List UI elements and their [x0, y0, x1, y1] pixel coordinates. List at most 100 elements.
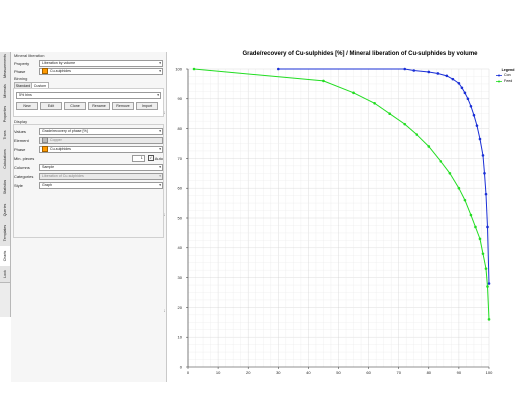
data-point-feed	[448, 172, 452, 175]
bins-select[interactable]: 5% bins ▾	[16, 91, 161, 99]
data-point-con	[412, 69, 416, 72]
y-tick-label: 40	[178, 245, 183, 250]
phase-label: Phase	[14, 68, 26, 74]
tab-measurements[interactable]: Measurements	[0, 52, 10, 81]
x-tick-label: 70	[396, 370, 401, 375]
tab-label: Calculations	[3, 149, 7, 169]
data-point-feed	[486, 285, 489, 288]
legend-marker	[496, 80, 502, 83]
tab-queries[interactable]: Queries	[0, 200, 10, 221]
data-point-con	[277, 67, 280, 71]
data-point-con	[463, 91, 467, 95]
data-point-con	[403, 67, 407, 71]
chevron-down-icon: ▾	[159, 146, 161, 151]
auto-checkbox[interactable]: ✓	[147, 155, 154, 161]
chart-legend: Legend Con Feed	[496, 68, 520, 84]
element-value: Copper	[50, 138, 62, 142]
data-point-feed	[415, 133, 419, 136]
data-point-feed	[403, 122, 407, 126]
splitter-handle[interactable]: ⁞	[164, 212, 165, 217]
data-point-feed	[478, 237, 482, 241]
remove-button[interactable]: Remove	[112, 102, 134, 110]
binning-label: Binning	[14, 76, 28, 81]
property-row: Property Liberation by volume ▾	[14, 59, 163, 67]
y-tick-label: 0	[180, 364, 183, 369]
style-select[interactable]: Graph ▾	[39, 181, 163, 189]
legend-label: Con	[504, 73, 511, 77]
tab-label: Minerals	[3, 84, 7, 98]
legend-item-feed: Feed	[496, 78, 520, 84]
data-point-con	[466, 97, 470, 101]
tab-lock[interactable]: Lock	[0, 266, 10, 283]
property-select[interactable]: Liberation by volume ▾	[39, 59, 163, 67]
x-tick-label: 80	[427, 370, 432, 375]
edit-button[interactable]: Edit	[40, 102, 62, 110]
y-tick-label: 80	[178, 126, 183, 131]
chevron-down-icon: ▾	[157, 92, 159, 97]
legend-marker	[496, 74, 502, 77]
display-phase-select[interactable]: Cu-sulphides ▾	[39, 145, 163, 153]
phase-color-icon	[42, 68, 48, 74]
min-pieces-spinner[interactable]: 1	[131, 154, 145, 162]
chart-title: Grade/recovery of Cu-sulphides [%] / Min…	[242, 51, 478, 57]
tab-trans[interactable]: Trans	[0, 126, 10, 145]
x-tick-label: 0	[187, 370, 190, 375]
min-pieces-label: Min. pieces	[14, 155, 35, 161]
x-tick-label: 20	[246, 370, 251, 375]
bins-value: 5% bins	[19, 93, 32, 97]
values-select[interactable]: Grade/recovery of phase [%] ▾	[39, 127, 163, 135]
x-tick-label: 90	[457, 370, 462, 375]
data-point-con	[469, 104, 473, 108]
tab-statistics[interactable]: Statistics	[0, 174, 10, 201]
phase-select[interactable]: Cu-sulphides ▾	[39, 67, 163, 75]
values-label: Values	[14, 128, 26, 134]
chevron-down-icon: ▾	[159, 164, 161, 169]
categories-row: Categories Liberation of Cu-sulphides ▾	[14, 172, 163, 180]
splitter-handle[interactable]: ⁞	[164, 308, 165, 313]
tab-properties[interactable]: Properties	[0, 102, 10, 127]
data-point-feed	[457, 186, 461, 190]
y-tick-label: 70	[178, 156, 183, 161]
data-point-con	[481, 154, 485, 157]
data-point-con	[483, 172, 486, 175]
data-point-con	[427, 70, 431, 74]
categories-label: Categories	[14, 173, 34, 179]
columns-row: Columns Sample ▾	[14, 163, 163, 171]
columns-select[interactable]: Sample ▾	[39, 163, 163, 171]
clone-button[interactable]: Clone	[64, 102, 86, 110]
tab-templates[interactable]: Templates	[0, 220, 10, 247]
data-point-con	[451, 77, 455, 81]
data-point-feed	[427, 145, 431, 148]
section-title: Mineral liberation	[14, 53, 45, 58]
tab-minerals[interactable]: Minerals	[0, 80, 10, 103]
style-value: Graph	[42, 183, 52, 187]
side-tab-bar: Measurements Minerals Properties Trans C…	[0, 52, 11, 317]
tab-charts[interactable]: Charts	[0, 246, 10, 267]
y-tick-label: 10	[178, 335, 183, 340]
categories-select: Liberation of Cu-sulphides ▾	[39, 172, 163, 180]
data-point-con	[487, 282, 491, 285]
data-point-con	[445, 74, 449, 78]
y-tick-label: 60	[178, 186, 183, 191]
tab-calculations[interactable]: Calculations	[0, 144, 10, 175]
import-button[interactable]: Import	[136, 102, 158, 110]
splitter-handle[interactable]: ⁞	[164, 110, 165, 115]
chevron-down-icon: ▾	[159, 60, 161, 65]
element-row: Element Copper	[14, 136, 163, 144]
element-select: Copper	[39, 136, 163, 144]
legend-label: Feed	[504, 79, 513, 83]
chevron-down-icon: ▾	[159, 173, 161, 178]
data-point-feed	[439, 160, 443, 163]
x-tick-label: 40	[306, 370, 311, 375]
tab-label: Charts	[3, 250, 7, 262]
new-button[interactable]: New	[16, 102, 38, 110]
data-point-feed	[463, 198, 467, 202]
x-tick-label: 60	[366, 370, 371, 375]
data-point-con	[486, 225, 489, 229]
data-point-con	[436, 72, 440, 75]
phase-value: Cu-sulphides	[50, 69, 71, 73]
x-tick-label: 10	[216, 370, 221, 375]
rename-button[interactable]: Rename	[88, 102, 110, 110]
data-point-con	[460, 86, 464, 90]
style-row: Style Graph ▾	[14, 181, 163, 189]
